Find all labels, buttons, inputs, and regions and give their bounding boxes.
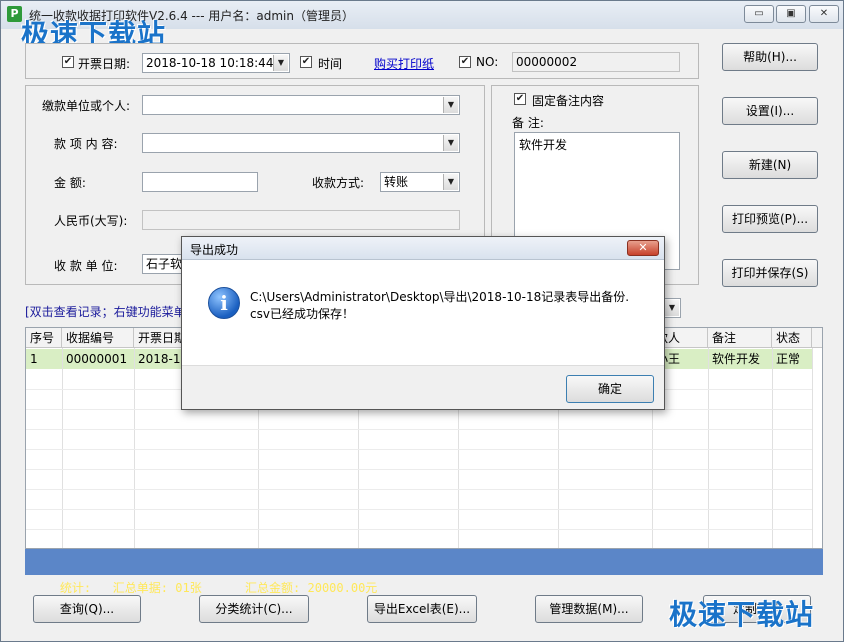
dialog-footer: 确定 [182, 365, 664, 409]
dialog-message-line2: csv已经成功保存！ [250, 307, 354, 321]
rmb-field [142, 210, 460, 230]
fixed-remark-checkbox[interactable]: ✔ [514, 93, 526, 105]
grid-line [26, 489, 812, 490]
fixed-remark-label: 固定备注内容 [532, 94, 605, 108]
grid-line [26, 509, 812, 510]
method-value: 转账 [384, 175, 409, 189]
time-label: 时间 [318, 57, 343, 71]
maximize-button[interactable]: ▣ [776, 5, 806, 23]
chevron-down-icon: ▼ [443, 135, 458, 151]
chevron-down-icon: ▼ [443, 97, 458, 113]
time-checkbox[interactable]: ✔ [300, 56, 312, 68]
date-label: 开票日期: [78, 57, 131, 71]
col-header-filler [812, 328, 822, 348]
method-combo[interactable]: 转账 ▼ [380, 172, 460, 192]
main-window: P 统一收款收据打印软件V2.6.4 --- 用户名：admin（管理员） ▭ … [0, 0, 844, 642]
col-header-remark[interactable]: 备注 [708, 328, 772, 348]
grid-line [26, 469, 812, 470]
print-save-button[interactable]: 打印并保存(S) [722, 259, 818, 287]
no-label: NO: [476, 55, 499, 69]
manage-data-button[interactable]: 管理数据(M)... [535, 595, 643, 623]
settings-button[interactable]: 设置(I)... [722, 97, 818, 125]
payer-combo[interactable]: ▼ [142, 95, 460, 115]
cell-no: 00000001 [66, 352, 128, 366]
chevron-down-icon: ▼ [443, 174, 458, 190]
col-header-seq[interactable]: 序号 [26, 328, 62, 348]
dialog-message-line1: C:\Users\Administrator\Desktop\导出\2018-1… [250, 290, 630, 304]
date-picker[interactable]: 2018-10-18 10:18:44 ▼ [142, 53, 290, 73]
print-preview-button[interactable]: 打印预览(P)... [722, 205, 818, 233]
remark-label: 备 注: [512, 116, 544, 130]
classify-stats-button[interactable]: 分类统计(C)... [199, 595, 309, 623]
buy-paper-link[interactable]: 购买打印纸 [374, 55, 434, 72]
cell-seq: 1 [30, 352, 38, 366]
receipt-no-field[interactable]: 00000002 [512, 52, 680, 72]
dialog-title-bar: 导出成功 ✕ [182, 237, 664, 260]
export-excel-button[interactable]: 导出Excel表(E)... [367, 595, 477, 623]
info-icon: i [208, 287, 240, 319]
export-success-dialog: 导出成功 ✕ i C:\Users\Administrator\Desktop\… [181, 236, 665, 410]
query-button[interactable]: 查询(Q)... [33, 595, 141, 623]
amount-label: 金 额: [54, 176, 86, 190]
new-button[interactable]: 新建(N) [722, 151, 818, 179]
ok-button[interactable]: 确定 [566, 375, 654, 403]
summary-bar: 统计: 汇总单据: 01张 汇总金额: 20000.00元 [25, 549, 823, 595]
minimize-button[interactable]: ▭ [744, 5, 774, 23]
dialog-close-button[interactable]: ✕ [627, 240, 659, 256]
watermark-bottom: 极速下载站 [669, 598, 815, 631]
amount-input[interactable] [142, 172, 258, 192]
method-label: 收款方式: [312, 176, 365, 190]
app-icon: P [7, 6, 22, 22]
col-header-no[interactable]: 收据编号 [62, 328, 134, 348]
header-group: ✔ 开票日期: 2018-10-18 10:18:44 ▼ ✔ 时间 购买打印纸… [25, 43, 699, 79]
summary-text: 统计: 汇总单据: 01张 汇总金额: 20000.00元 [59, 581, 378, 595]
payer-label: 缴款单位或个人: [42, 99, 131, 113]
help-button[interactable]: 帮助(H)... [722, 43, 818, 71]
item-label: 款 项 内 容: [54, 137, 118, 151]
close-button[interactable]: ✕ [809, 5, 839, 23]
date-value: 2018-10-18 10:18:44 [146, 56, 274, 70]
cell-remark: 软件开发 [712, 352, 761, 366]
rmb-label: 人民币(大写): [54, 214, 128, 228]
remark-value: 软件开发 [519, 138, 568, 152]
grid-line [26, 529, 812, 530]
chevron-down-icon: ▼ [273, 55, 288, 71]
grid-line [812, 348, 813, 548]
item-combo[interactable]: ▼ [142, 133, 460, 153]
chevron-down-icon: ▼ [664, 300, 679, 316]
no-checkbox[interactable]: ✔ [459, 56, 471, 68]
cell-status: 正常 [776, 352, 801, 366]
records-hint: [双击查看记录；右键功能菜单 [25, 305, 186, 319]
col-header-status[interactable]: 状态 [772, 328, 812, 348]
dialog-title: 导出成功 [190, 243, 239, 257]
receiver-label: 收 款 单 位: [54, 259, 118, 273]
grid-line [26, 449, 812, 450]
dialog-message: C:\Users\Administrator\Desktop\导出\2018-1… [250, 289, 650, 323]
date-checkbox[interactable]: ✔ [62, 56, 74, 68]
grid-line [26, 429, 812, 430]
